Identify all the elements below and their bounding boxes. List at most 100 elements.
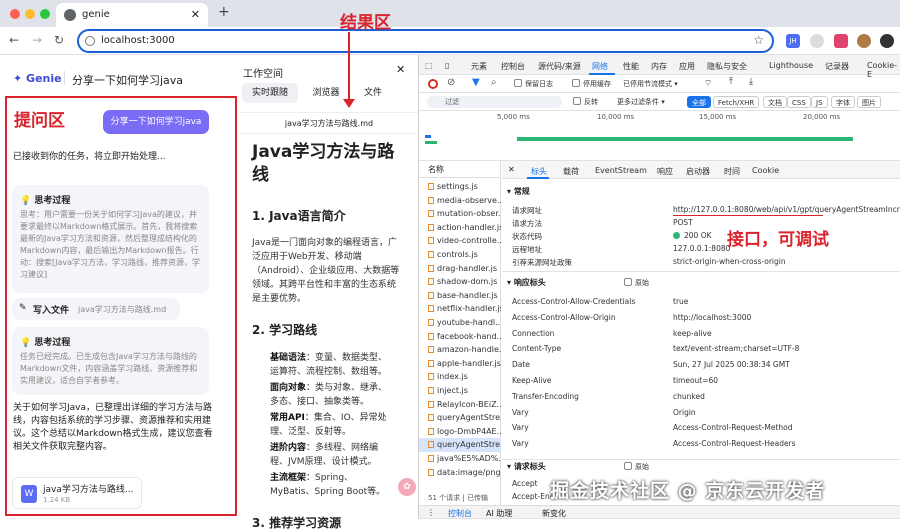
devtools-tab-application[interactable]: 应用 [679,61,695,72]
browser-tab[interactable]: genie ✕ [56,3,208,27]
network-conditions-icon[interactable]: ⌔ [704,78,712,89]
device-toolbar-icon[interactable]: ▯ [445,61,449,70]
request-row[interactable]: facebook-hand... [419,330,501,344]
type-filter-doc[interactable]: 文档 [763,96,787,108]
new-tab-icon[interactable]: + [218,4,230,20]
type-filter-all[interactable]: 全部 [687,96,711,108]
disable-cache-checkbox[interactable]: 停用缓存 [572,79,611,89]
site-info-icon[interactable] [85,36,95,46]
raw-checkbox[interactable]: 原始 [624,462,649,472]
filter-row: 过滤 反转 更多过滤条件 ▾ [419,93,900,111]
type-filter-js[interactable]: JS [811,96,828,108]
devtools-tab-sources[interactable]: 源代码/来源 [538,61,581,72]
request-name: settings.js [437,182,478,191]
raw-checkbox[interactable]: 原始 [624,278,649,288]
extension-pink-icon[interactable] [834,34,848,48]
detail-tab-timing[interactable]: 时间 [724,166,740,177]
inspect-icon[interactable]: ⬚ [425,61,433,70]
import-har-icon[interactable]: ⤒ [729,77,733,87]
request-row[interactable]: shadow-dom.js [419,275,501,289]
request-headers-section[interactable]: ▾ 请求标头 [507,461,546,472]
forward-icon[interactable]: → [32,33,42,47]
request-row[interactable]: settings.js [419,180,501,194]
type-filter-font[interactable]: 字体 [831,96,855,108]
detail-tab-headers[interactable]: 标头 [531,166,547,177]
request-row[interactable]: controls.js [419,248,501,262]
throttle-select[interactable]: 已停用节流模式 ▾ [623,79,678,89]
close-detail-icon[interactable]: ✕ [508,165,515,174]
drawer-tab-ai[interactable]: AI 助理 [486,508,512,519]
write-file-card[interactable]: ✎ 写入文件 java学习方法与路线.md [12,298,180,320]
detail-tab-response[interactable]: 响应 [657,166,673,177]
devtools-tab-memory[interactable]: 内存 [651,61,667,72]
request-row[interactable]: queryAgentStre... [419,438,501,452]
request-row[interactable]: apple-handler.js [419,357,501,371]
type-filter-img[interactable]: 图片 [857,96,881,108]
request-row[interactable]: data:image/png... [419,466,501,480]
preserve-log-checkbox[interactable]: 保留日志 [514,79,553,89]
type-filter-xhr[interactable]: Fetch/XHR [713,96,760,108]
request-row[interactable]: mutation-obser... [419,207,501,221]
request-row[interactable]: index.js [419,370,501,384]
export-har-icon[interactable]: ⤓ [749,77,753,87]
close-tab-icon[interactable]: ✕ [191,8,200,21]
devtools-tab-recorder[interactable]: 记录器 [825,61,849,72]
workspace-close-icon[interactable]: ✕ [396,63,405,76]
floating-assistant-icon[interactable]: ✿ [398,478,416,496]
request-row[interactable]: java%E5%AD%... [419,452,501,466]
type-filter-css[interactable]: CSS [787,96,811,108]
extension-cookie-icon[interactable] [857,34,871,48]
drawer-tab-whatsnew[interactable]: 新变化 [542,508,566,519]
back-icon[interactable]: ← [9,33,19,47]
drawer-menu-icon[interactable]: ⋮ [427,508,435,517]
request-row[interactable]: drag-handler.js [419,262,501,276]
request-row[interactable]: media-observe... [419,194,501,208]
devtools-tab-performance[interactable]: 性能 [623,61,639,72]
reload-icon[interactable]: ↻ [54,33,64,47]
filter-input[interactable]: 过滤 [427,96,562,108]
request-row[interactable]: netflix-handler.js [419,302,501,316]
request-row[interactable]: video-controlle... [419,234,501,248]
detail-tab-initiator[interactable]: 启动器 [686,166,710,177]
think-card-1[interactable]: 💡 思考过程 思考：用户需要一份关于如何学习Java的建议，并要求最终以Mark… [12,185,209,293]
url-input[interactable]: localhost:3000 ☆ [77,29,774,53]
request-row[interactable]: logo-DmbP4AE... [419,425,501,439]
devtools-tab-elements[interactable]: 元素 [471,61,487,72]
detail-tab-cookie[interactable]: Cookie [752,166,779,175]
devtools-tab-network[interactable]: 网络 [592,61,608,72]
request-row[interactable]: RelayIcon-BEiZ... [419,398,501,412]
filter-funnel-icon[interactable]: ▼ [472,77,480,88]
tab-files[interactable]: 文件 [354,83,392,103]
response-headers-section[interactable]: ▾ 响应标头 [507,277,546,288]
request-row[interactable]: queryAgentStre... [419,411,501,425]
result-file-card[interactable]: W java学习方法与路线... 1.24 KB [12,477,142,509]
search-icon[interactable]: ⌕ [491,77,497,88]
think-title-1: 💡 思考过程 [20,196,71,206]
request-row[interactable]: action-handler.js [419,221,501,235]
devtools-tab-privacy[interactable]: 隐私与安全 [707,61,747,72]
profile-avatar[interactable] [880,34,894,48]
write-file-name: java学习方法与路线.md [78,305,167,314]
minimize-window-button[interactable] [25,9,35,19]
think-card-2[interactable]: 💡 思考过程 任务已经完成。已生成包含Java学习方法与路线的Markdown文… [12,327,209,395]
request-row[interactable]: base-handler.js [419,289,501,303]
devtools-tab-console[interactable]: 控制台 [501,61,525,72]
invert-checkbox[interactable]: 反转 [573,97,598,107]
clear-icon[interactable]: ⊘ [447,77,455,88]
devtools-tab-lighthouse[interactable]: Lighthouse [769,61,813,70]
bookmark-star-icon[interactable]: ☆ [753,33,764,47]
request-row[interactable]: youtube-handl... [419,316,501,330]
extension-jh-icon[interactable]: JH [786,34,800,48]
close-window-button[interactable] [10,9,20,19]
detail-tab-eventstream[interactable]: EventStream [595,166,647,175]
record-icon[interactable] [428,79,438,89]
tab-realtime[interactable]: 实时跟随 [242,83,298,103]
request-row[interactable]: inject.js [419,384,501,398]
maximize-window-button[interactable] [40,9,50,19]
extension-chat-icon[interactable] [810,34,824,48]
general-section-header[interactable]: ▾ 常规 [507,186,530,197]
drawer-tab-console[interactable]: 控制台 [448,508,472,519]
more-filters-button[interactable]: 更多过滤条件 ▾ [617,97,665,107]
request-row[interactable]: amazon-handle... [419,343,501,357]
detail-tab-payload[interactable]: 载荷 [563,166,579,177]
